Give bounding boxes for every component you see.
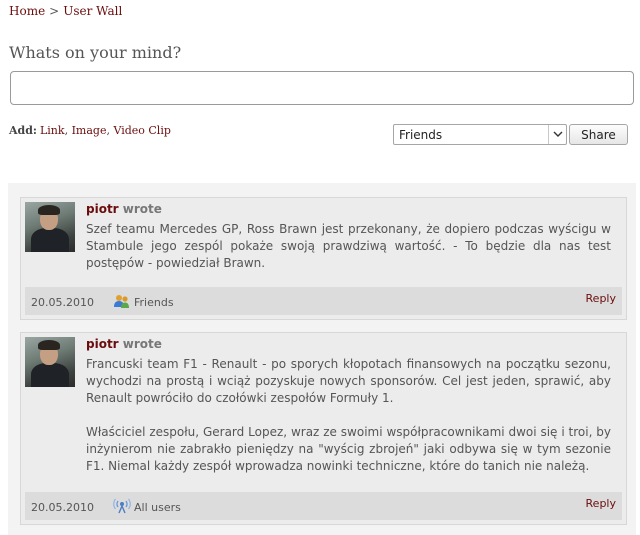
- status-input[interactable]: [10, 71, 634, 105]
- chevron-down-icon[interactable]: [548, 125, 566, 144]
- wall-feed: piotr wrote Szef teamu Mercedes GP, Ross…: [8, 183, 636, 535]
- composer-title: Whats on your mind?: [9, 43, 182, 62]
- breadcrumb-home-link[interactable]: Home: [9, 4, 45, 18]
- post-verb: wrote: [122, 337, 162, 351]
- post-date: 20.05.2010: [31, 501, 94, 514]
- post-verb: wrote: [122, 202, 162, 216]
- visibility-selected-value: Friends: [399, 127, 443, 142]
- post-paragraph: Francuski team F1 - Renault - po sporych…: [86, 357, 611, 405]
- post-paragraph: Szef teamu Mercedes GP, Ross Brawn jest …: [86, 222, 611, 270]
- post-footer: 20.05.2010 All users Reply: [25, 492, 622, 520]
- attach-video-link[interactable]: Video Clip: [113, 124, 170, 137]
- wall-post: piotr wrote Francuski team F1 - Renault …: [20, 332, 627, 525]
- post-author-link[interactable]: piotr: [86, 337, 119, 351]
- post-body: Szef teamu Mercedes GP, Ross Brawn jest …: [86, 221, 611, 272]
- reply-button[interactable]: Reply: [586, 497, 616, 510]
- breadcrumb: Home > User Wall: [9, 4, 122, 18]
- post-footer: 20.05.2010 Friends Reply: [25, 287, 622, 315]
- post-visibility: All users: [113, 498, 181, 514]
- breadcrumb-separator: >: [49, 4, 60, 18]
- visibility-select[interactable]: Friends: [393, 124, 567, 145]
- attach-label: Add:: [9, 124, 37, 137]
- attach-image-link[interactable]: Image: [72, 124, 107, 137]
- post-author-link[interactable]: piotr: [86, 202, 119, 216]
- attach-row: Add: Link, Image, Video Clip: [9, 124, 171, 137]
- friends-icon: [113, 293, 131, 309]
- post-body: Francuski team F1 - Renault - po sporych…: [86, 356, 611, 475]
- post-visibility: Friends: [113, 293, 174, 309]
- post-date: 20.05.2010: [31, 296, 94, 309]
- avatar[interactable]: [25, 202, 75, 252]
- share-button[interactable]: Share: [569, 124, 628, 145]
- reply-button[interactable]: Reply: [586, 292, 616, 305]
- broadcast-icon: [113, 498, 131, 514]
- wall-post: piotr wrote Szef teamu Mercedes GP, Ross…: [20, 197, 627, 320]
- avatar[interactable]: [25, 337, 75, 387]
- breadcrumb-current-link[interactable]: User Wall: [63, 4, 122, 18]
- post-paragraph: Właściciel zespołu, Gerard Lopez, wraz z…: [86, 425, 611, 473]
- post-header: piotr wrote: [86, 337, 162, 351]
- attach-link-link[interactable]: Link: [40, 124, 65, 137]
- post-visibility-label: All users: [134, 501, 181, 514]
- post-visibility-label: Friends: [134, 296, 174, 309]
- post-header: piotr wrote: [86, 202, 162, 216]
